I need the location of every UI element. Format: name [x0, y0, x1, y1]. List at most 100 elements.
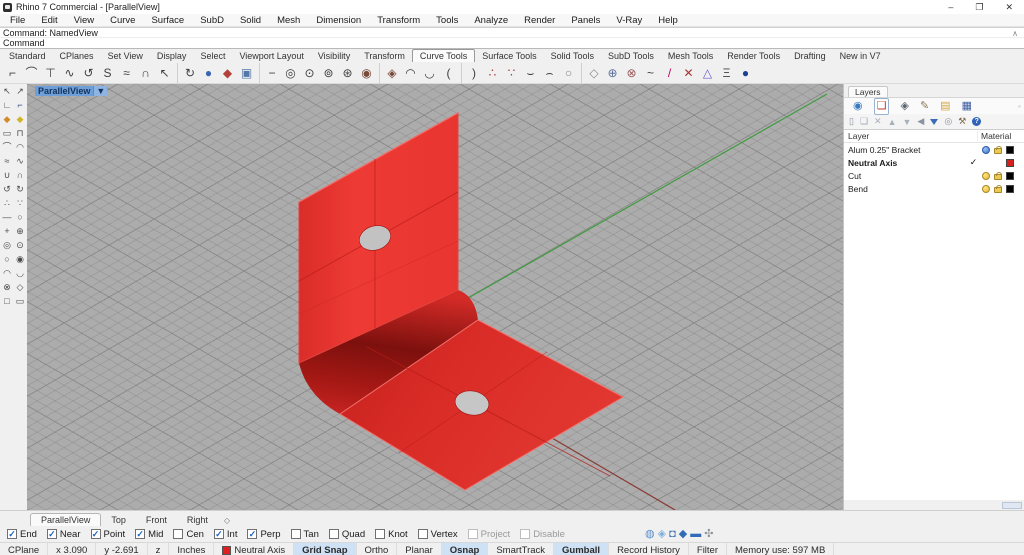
osnap-int[interactable]: ✓Int [214, 529, 238, 540]
menu-transform[interactable]: Transform [369, 15, 428, 26]
extend-icon[interactable]: ⊕ [603, 63, 622, 83]
status-planar[interactable]: Planar [397, 543, 441, 555]
osnap-checkbox-perp[interactable]: ✓ [247, 529, 257, 539]
circle-filled-icon[interactable]: ◉ [14, 255, 27, 264]
osnap-checkbox-vertex[interactable] [418, 529, 428, 539]
vray-node-icon[interactable]: ◆ [679, 527, 687, 541]
gumball-icon[interactable]: ⌐ [14, 101, 27, 110]
toolbar-tab-select[interactable]: Select [193, 50, 232, 62]
viewport-tab-front[interactable]: Front [136, 514, 177, 526]
toolbar-tab-drafting[interactable]: Drafting [787, 50, 833, 62]
arc-blend-icon[interactable]: ◠ [14, 143, 27, 152]
layers-panel-title[interactable]: Layers [848, 86, 888, 97]
status-osnap[interactable]: Osnap [442, 543, 489, 555]
status-cplane[interactable]: CPlane [0, 543, 48, 555]
line-perp-icon[interactable]: ⊤ [41, 63, 60, 83]
freeform-icon[interactable]: ≈ [1, 157, 14, 166]
circle-center-icon[interactable]: ⊙ [300, 63, 319, 83]
move-down-icon[interactable]: ▼ [903, 117, 912, 127]
circle-dot-icon[interactable]: ⊙ [14, 241, 27, 250]
delete-layer-icon[interactable]: ✕ [874, 116, 882, 127]
lock-icon[interactable] [994, 148, 1002, 154]
osnap-checkbox-disable[interactable] [520, 529, 530, 539]
match-icon[interactable]: / [660, 63, 679, 83]
osnap-checkbox-end[interactable]: ✓ [7, 529, 17, 539]
toolbar-tab-new-in-v7[interactable]: New in V7 [833, 50, 888, 62]
adjust-icon[interactable]: △ [698, 63, 717, 83]
osnap-quad[interactable]: Quad [329, 529, 365, 540]
union-icon[interactable]: ∪ [1, 171, 14, 180]
toolbar-tab-visibility[interactable]: Visibility [311, 50, 357, 62]
osnap-point[interactable]: ✓Point [91, 529, 126, 540]
command-prompt-input[interactable]: Command [0, 38, 1024, 48]
trim-icon[interactable]: ⊗ [622, 63, 641, 83]
vray-batch-icon[interactable]: ✣ [704, 527, 713, 541]
tools-icon[interactable]: ⚒ [958, 116, 966, 127]
bulb-icon[interactable] [982, 146, 990, 154]
rebuild-icon[interactable]: ◆ [218, 63, 237, 83]
menu-dimension[interactable]: Dimension [308, 15, 369, 26]
find-icon[interactable]: ◎ [944, 116, 952, 127]
curve-tools-icon[interactable]: ◆ [1, 115, 14, 124]
menu-subd[interactable]: SubD [192, 15, 232, 26]
circle-o-icon[interactable]: ○ [14, 213, 27, 222]
toolbar-tab-surface-tools[interactable]: Surface Tools [475, 50, 543, 62]
status-z[interactable]: z [148, 543, 170, 555]
filter-funnel-icon[interactable] [930, 119, 938, 125]
move-icon[interactable]: ∟ [1, 101, 14, 110]
circle-target-icon[interactable]: ◎ [1, 241, 14, 250]
select-lasso-icon[interactable]: ↗ [14, 87, 27, 96]
vray-render-icon[interactable]: ◍ [645, 527, 655, 541]
layer-visibility-cell[interactable] [980, 146, 992, 154]
circle-star-icon[interactable]: ⊛ [338, 63, 357, 83]
viewport-tab-right[interactable]: Right [177, 514, 218, 526]
layer-row[interactable]: Bend [844, 182, 1024, 195]
status-ortho[interactable]: Ortho [357, 543, 398, 555]
menu-file[interactable]: File [2, 15, 33, 26]
menu-edit[interactable]: Edit [33, 15, 65, 26]
status-inches[interactable]: Inches [169, 543, 214, 555]
sketch-icon[interactable]: ∿ [60, 63, 79, 83]
add-icon[interactable]: + [1, 227, 14, 236]
rotate-ccw-icon[interactable]: ↺ [1, 185, 14, 194]
dash-icon[interactable]: − [259, 63, 281, 83]
bulb-icon[interactable] [982, 172, 990, 180]
offset-icon[interactable]: ◠ [401, 63, 420, 83]
chamfer-icon[interactable]: ) [461, 63, 483, 83]
lock-icon[interactable] [994, 174, 1002, 180]
spiral-icon[interactable]: S [98, 63, 117, 83]
layer-lock-cell[interactable] [992, 145, 1004, 154]
arc-top-icon[interactable]: ◠ [1, 269, 14, 278]
osnap-checkbox-knot[interactable] [375, 529, 385, 539]
toolbar-tab-render-tools[interactable]: Render Tools [720, 50, 787, 62]
curve-close-icon[interactable]: ⌢ [540, 63, 559, 83]
osnap-checkbox-mid[interactable]: ✓ [135, 529, 145, 539]
symmetry-icon[interactable]: ✕ [679, 63, 698, 83]
panel-tab-libraries[interactable]: ▤ [940, 99, 950, 114]
layers-panel-scrollbar[interactable] [1002, 502, 1022, 509]
vray-frame-buffer-icon[interactable]: ▬ [690, 527, 701, 541]
toolbar-tab-set-view[interactable]: Set View [101, 50, 150, 62]
osnap-checkbox-tan[interactable] [291, 529, 301, 539]
layer-material-cell[interactable] [1004, 146, 1024, 154]
status-neutral-axis[interactable]: Neutral Axis [214, 543, 294, 555]
vray-object-icon[interactable]: ● [736, 63, 755, 83]
help-icon[interactable]: ? [972, 117, 981, 126]
dash-line-icon[interactable]: — [1, 213, 14, 222]
polyline-icon[interactable]: ⌐ [3, 63, 22, 83]
handle-curve-icon[interactable]: ↖ [155, 63, 174, 83]
rect-wide-icon[interactable]: ▭ [14, 297, 27, 306]
column-header-layer[interactable]: Layer [844, 131, 978, 141]
lock-icon[interactable] [994, 187, 1002, 193]
arc-icon[interactable]: ∩ [136, 63, 155, 83]
restore-button[interactable]: ❐ [975, 2, 983, 13]
collapse-icon[interactable]: ◀ [917, 116, 924, 127]
vray-interactive-icon[interactable]: ◈ [658, 527, 666, 541]
osnap-checkbox-project[interactable] [468, 529, 478, 539]
move-up-icon[interactable]: ▲ [888, 117, 897, 127]
status-memory-use-597-mb[interactable]: Memory use: 597 MB [727, 543, 834, 555]
menu-help[interactable]: Help [650, 15, 686, 26]
osnap-checkbox-quad[interactable] [329, 529, 339, 539]
panel-tab-layers[interactable]: ❏ [874, 98, 890, 115]
ellipse-icon[interactable]: ○ [559, 63, 578, 83]
